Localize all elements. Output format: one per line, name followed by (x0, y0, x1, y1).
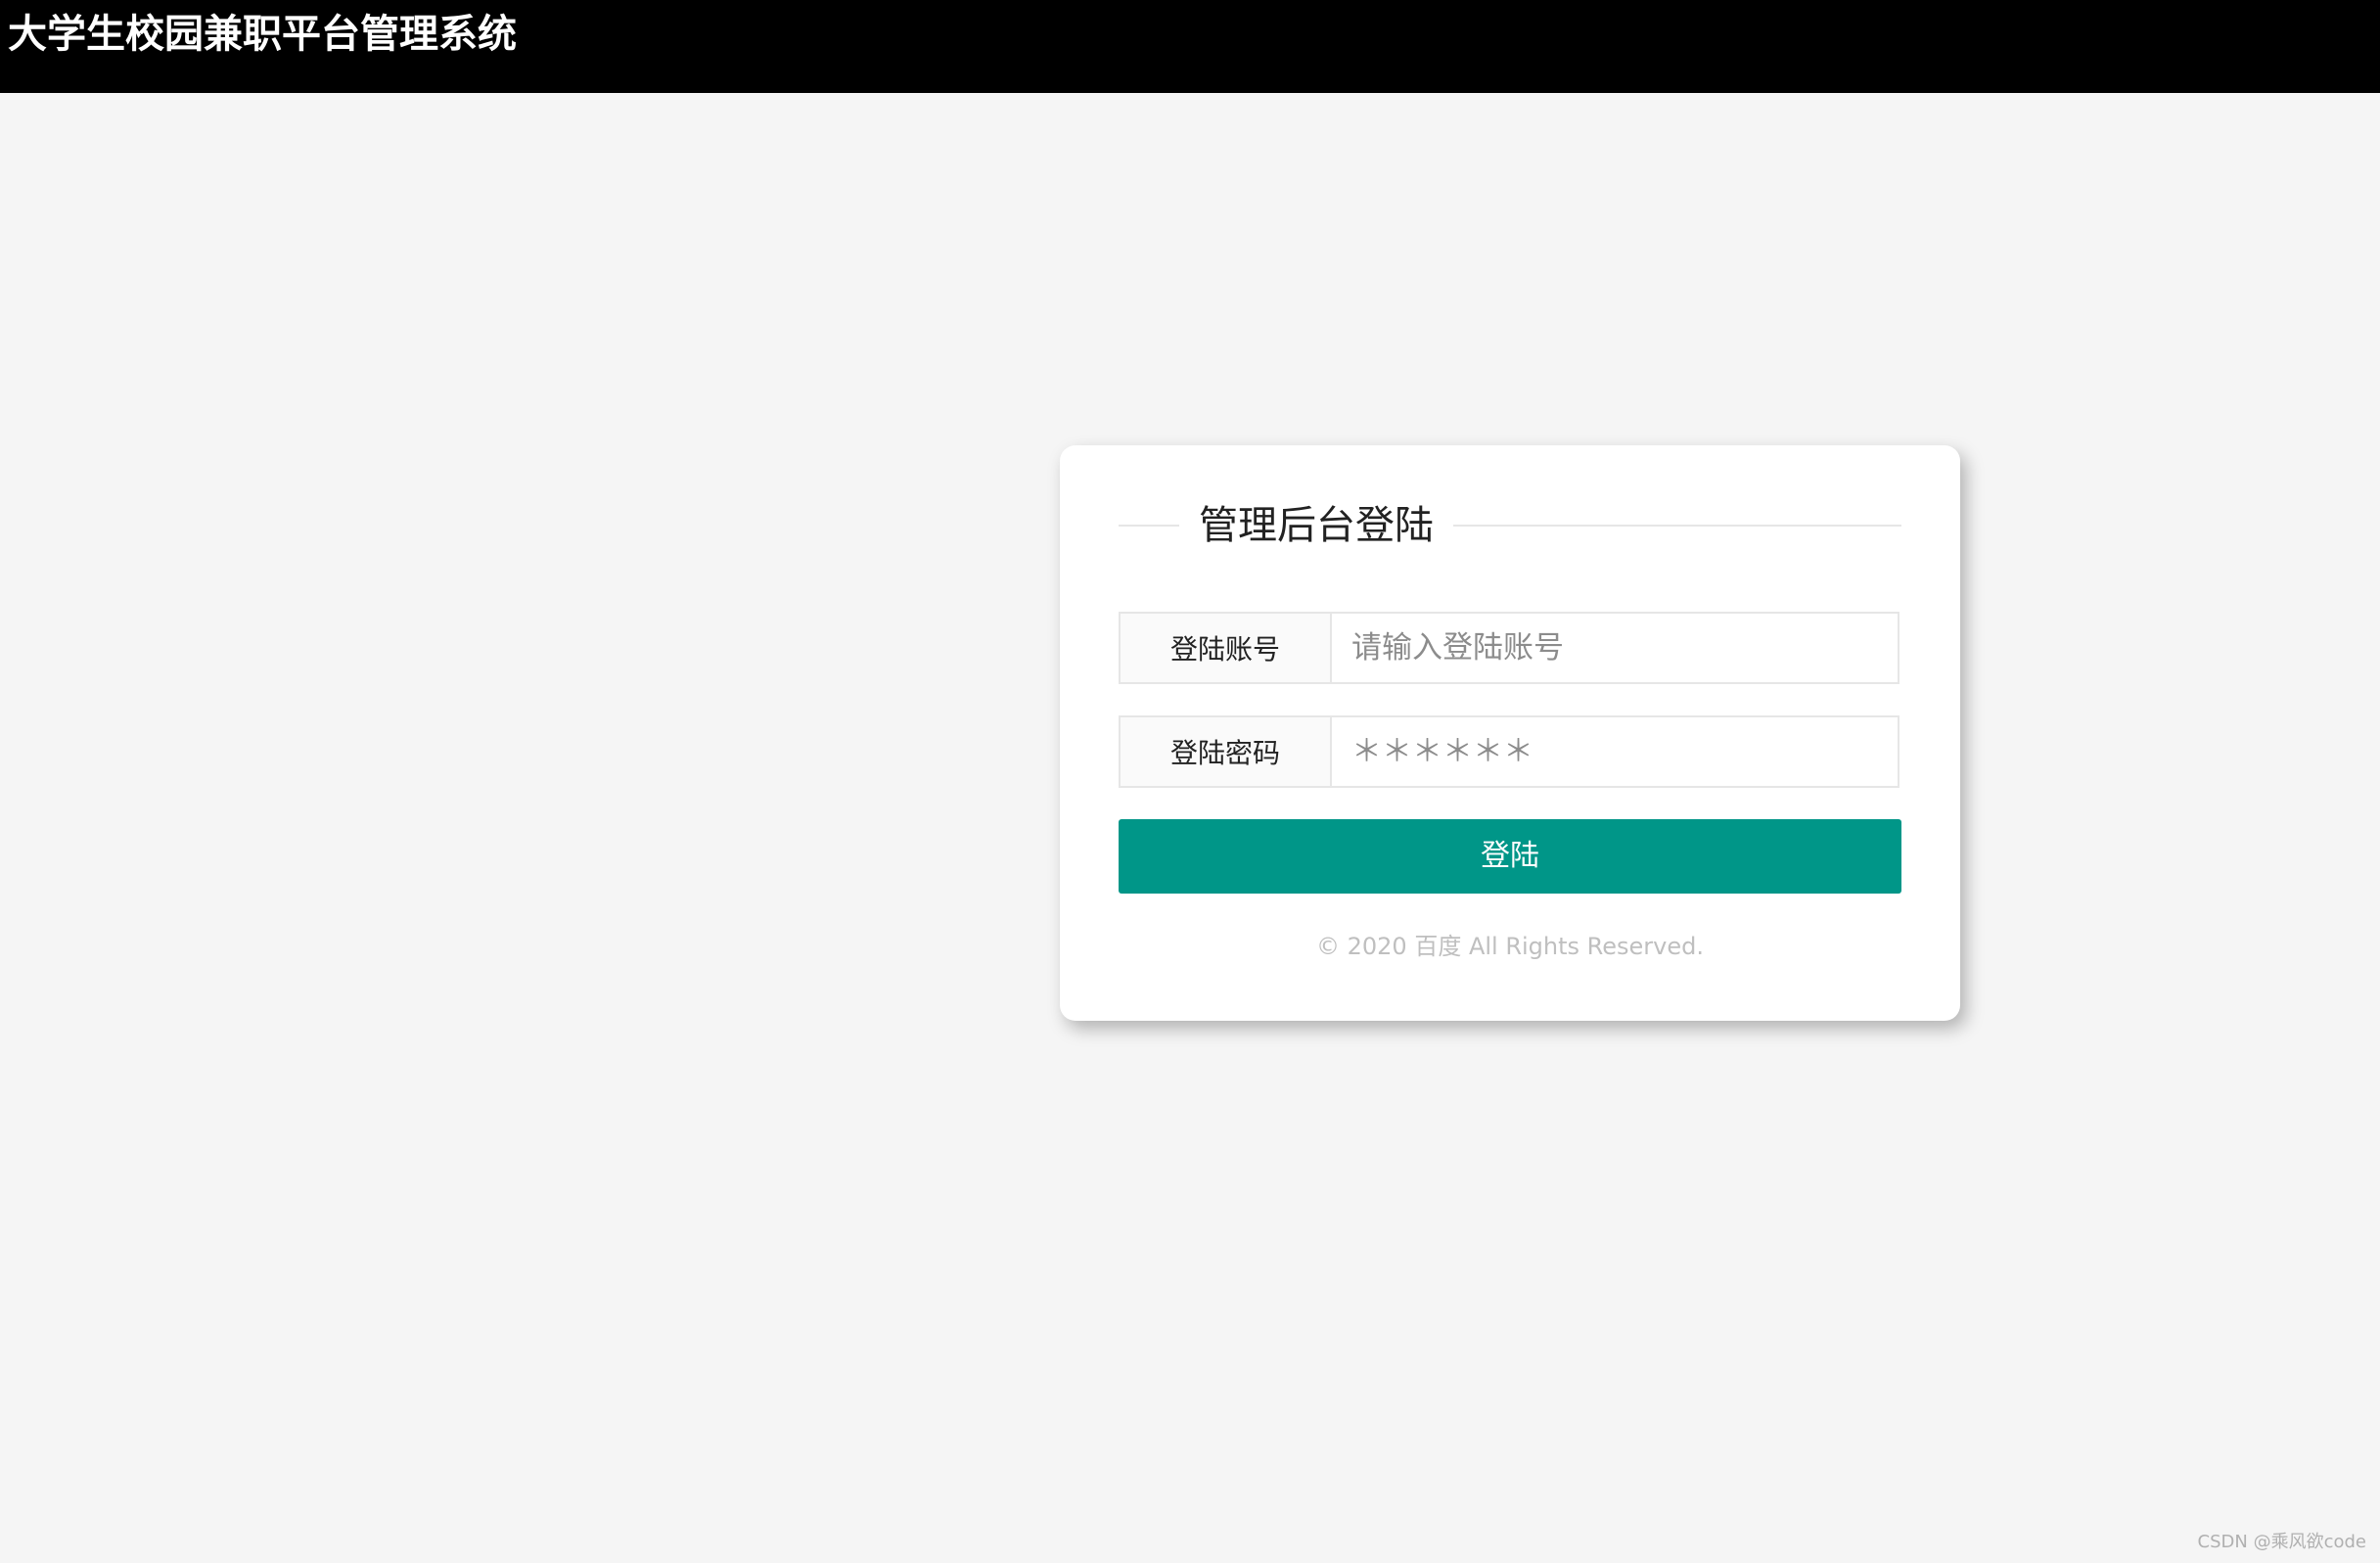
account-field-row: 登陆账号 (1119, 612, 1899, 684)
account-input[interactable] (1332, 614, 1898, 682)
login-button[interactable]: 登陆 (1119, 819, 1901, 894)
app-title: 大学生校园兼职平台管理系统 (8, 12, 517, 57)
login-card: 管理后台登陆 登陆账号 登陆密码 登陆 © 2020 百度 All Rights… (1060, 445, 1960, 1021)
account-label: 登陆账号 (1121, 614, 1332, 682)
copyright-text: © 2020 百度 All Rights Reserved. (1315, 933, 1704, 960)
top-header-bar: 大学生校园兼职平台管理系统 (0, 0, 2380, 93)
heading-divider-right (1453, 525, 1901, 527)
password-input[interactable] (1332, 717, 1898, 786)
login-heading: 管理后台登陆 (1199, 503, 1434, 548)
password-field-row: 登陆密码 (1119, 715, 1899, 788)
heading-divider-left (1119, 525, 1179, 527)
watermark-text: CSDN @乘风欲code (2197, 1532, 2366, 1552)
password-label: 登陆密码 (1121, 717, 1332, 786)
login-heading-row: 管理后台登陆 (1119, 494, 1901, 557)
